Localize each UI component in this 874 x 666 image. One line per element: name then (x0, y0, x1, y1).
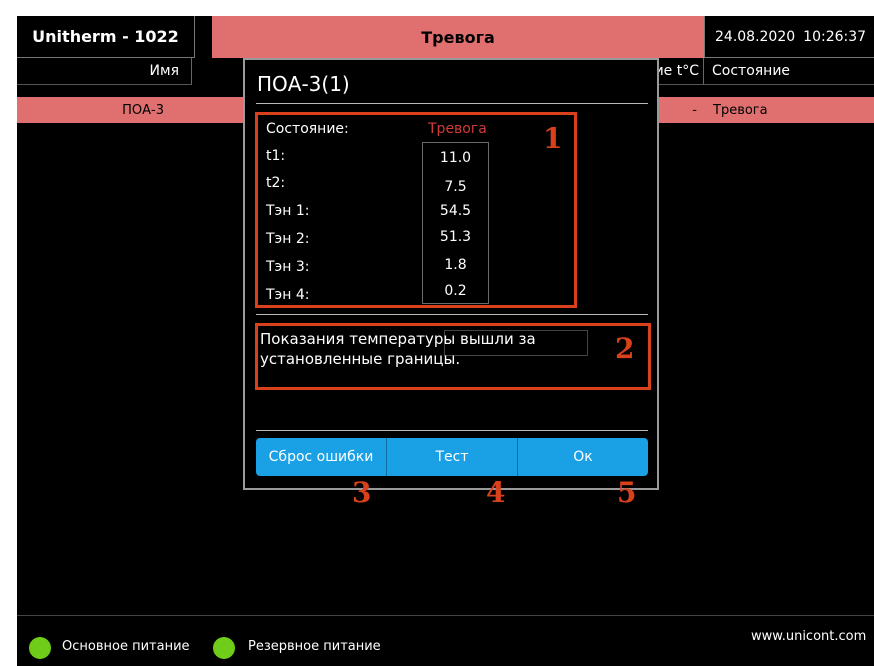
param-label-ten3: Тэн 3: (266, 259, 310, 275)
annotation-1: 1 (543, 122, 563, 155)
state-label: Состояние: (266, 121, 349, 137)
param-value-ten3: 1.8 (444, 257, 467, 273)
device-dialog: ПОА-3(1) Состояние: Тревога t1: 11.0 t2:… (243, 58, 659, 490)
website-link[interactable]: www.unicont.com (751, 629, 866, 644)
annotation-4: 4 (486, 476, 506, 509)
main-power-label: Основное питание (62, 639, 190, 654)
hmi-screen: Unitherm - 1022 Тревога 24.08.2020 10:26… (17, 16, 874, 666)
annotation-2: 2 (615, 332, 635, 365)
row-name: ПОА-3 (122, 102, 164, 118)
param-label-ten1: Тэн 1: (266, 203, 310, 219)
divider (256, 103, 648, 104)
param-value-t1: 11.0 (439, 150, 472, 166)
device-title: Unitherm - 1022 (17, 16, 195, 58)
column-header-name[interactable]: Имя (17, 58, 192, 85)
row-state: Тревога (713, 102, 768, 118)
column-header-state[interactable]: Состояние (703, 58, 874, 85)
test-button[interactable]: Тест (387, 438, 518, 476)
alarm-banner[interactable]: Тревога (212, 16, 704, 58)
ok-button[interactable]: Ок (518, 438, 648, 476)
reset-error-button[interactable]: Сброс ошибки (256, 438, 387, 476)
param-label-t1: t1: (266, 148, 286, 164)
datetime: 24.08.2020 10:26:37 (704, 16, 874, 58)
param-value-ten2: 51.3 (439, 229, 472, 245)
main-power-indicator-icon (29, 637, 51, 659)
annotation-3: 3 (352, 476, 372, 509)
state-value: Тревога (428, 121, 487, 137)
date-text: 24.08.2020 (715, 28, 796, 45)
param-value-ten1: 54.5 (439, 203, 472, 219)
param-label-t2: t2: (266, 175, 286, 191)
param-value-ten4: 0.2 (444, 283, 467, 299)
param-value-t2: 7.5 (444, 179, 467, 195)
dialog-title: ПОА-3(1) (257, 72, 350, 96)
annotation-5: 5 (617, 476, 637, 509)
dialog-buttons: Сброс ошибки Тест Ок (256, 438, 648, 476)
backup-power-indicator-icon (213, 637, 235, 659)
alarm-message: Показания температуры вышли за установле… (260, 330, 536, 368)
message-panel: Показания температуры вышли за установле… (255, 323, 651, 390)
divider (256, 430, 648, 431)
params-panel: Состояние: Тревога t1: 11.0 t2: 7.5 Тэн … (255, 112, 577, 308)
time-text: 10:26:37 (803, 28, 867, 45)
divider (256, 314, 648, 315)
param-label-ten2: Тэн 2: (266, 231, 310, 247)
backup-power-label: Резервное питание (248, 639, 381, 654)
values-box (422, 142, 489, 304)
param-label-ten4: Тэн 4: (266, 287, 310, 303)
status-bar: Основное питание Резервное питание www.u… (17, 615, 874, 666)
